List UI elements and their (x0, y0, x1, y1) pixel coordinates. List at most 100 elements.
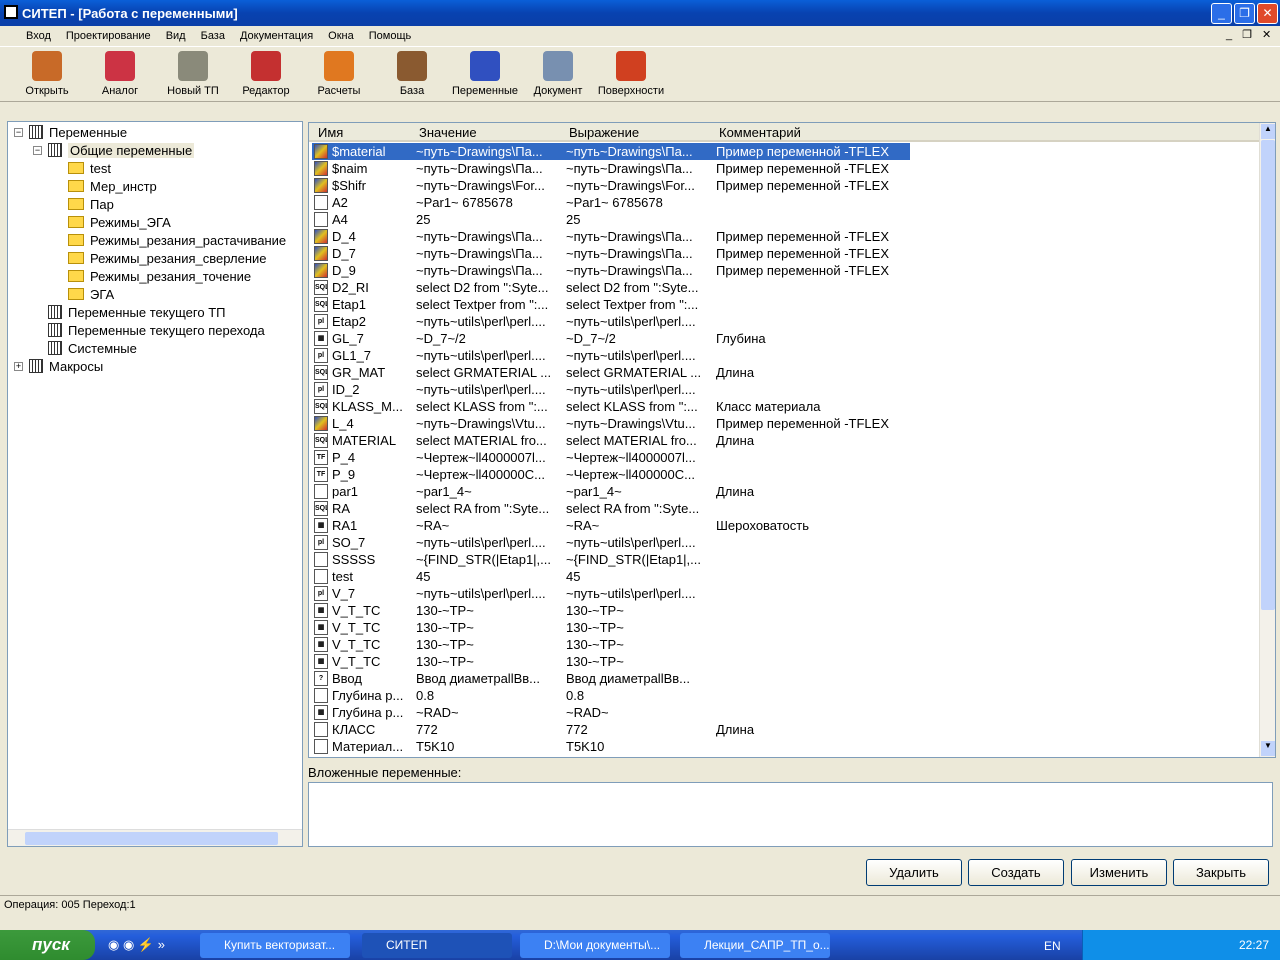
toolbar-button-0[interactable]: Открыть (11, 51, 83, 97)
table-row[interactable]: A4 25 25 (312, 211, 910, 228)
title-bar: СИТЕП - [Работа с переменными] (0, 0, 1280, 26)
table-row[interactable]: Глубина р... 0.8 0.8 (312, 687, 910, 704)
tree-node[interactable]: Режимы_резания_сверление (68, 249, 267, 267)
menu-item[interactable]: Вид (166, 30, 186, 42)
menu-item[interactable]: Окна (328, 30, 354, 42)
maximize-button[interactable]: ❐ (1234, 3, 1255, 24)
taskbar-item-sitep[interactable]: СИТЕП (362, 933, 512, 958)
table-row[interactable]: SQL D2_RI select D2 from ":Syte... select D… (312, 279, 910, 296)
table-row[interactable]: $naim ~путь~Drawings\Па... ~путь~Drawings\… (312, 160, 910, 177)
tree-node[interactable]: Режимы_резания_растачивание (68, 231, 286, 249)
table-row[interactable]: КЛАСС 772 772 Длина (312, 721, 910, 738)
table-row[interactable]: pl ID_2 ~путь~utils\perl\perl.... ~путь~uti… (312, 381, 910, 398)
table-row[interactable]: TF P_4 ~Чертеж~ll4000007l... ~Чертеж~ll4000… (312, 449, 910, 466)
tree-node[interactable]: Пар (68, 195, 114, 213)
tree-node[interactable]: Режимы_ЭГА (68, 213, 171, 231)
scrollbar-thumb[interactable] (1261, 140, 1275, 610)
tree-node[interactable]: test (68, 159, 111, 177)
table-row[interactable]: L_4 ~путь~Drawings\Vtu... ~путь~Drawings\V… (312, 415, 910, 432)
table-row[interactable]: ? Ввод Ввод диаметраllВв... Ввод диаметраll… (312, 670, 910, 687)
scrollbar-thumb[interactable] (25, 832, 278, 845)
table-row[interactable]: SQL RA select RA from ":Syte... select RA f… (312, 500, 910, 517)
taskbar-item-word[interactable]: Лекции_САПР_ТП_о... (680, 933, 830, 958)
tree-node[interactable]: − Переменные (14, 123, 127, 141)
table-row[interactable]: A2 ~Par1~ 6785678 ~Par1~ 6785678 (312, 194, 910, 211)
taskbar-item-explorer[interactable]: D:\Мои документы\... (520, 933, 670, 958)
collapse-icon[interactable]: − (33, 145, 42, 155)
delete-button[interactable]: Удалить (866, 859, 962, 886)
tree-node[interactable]: ЭГА (68, 285, 114, 303)
table-row[interactable]: $material ~путь~Drawings\Па... ~путь~Drawi… (312, 143, 910, 160)
scroll-up-button[interactable]: ▲ (1261, 124, 1275, 139)
tree-node[interactable]: + Макросы (14, 357, 103, 375)
nested-variables-field[interactable] (308, 782, 1273, 847)
table-row[interactable]: ▦ Глубина р... ~RAD~ ~RAD~ (312, 704, 910, 721)
menu-item[interactable]: База (201, 30, 225, 42)
table-row[interactable]: SQL MATERIAL select MATERIAL fro... select … (312, 432, 910, 449)
column-header-value[interactable]: Значение (419, 125, 477, 140)
scroll-down-button[interactable]: ▼ (1261, 741, 1275, 756)
create-button[interactable]: Создать (968, 859, 1064, 886)
toolbar-button-3[interactable]: Редактор (230, 51, 302, 97)
table-row[interactable]: SSSSS ~{FIND_STR(|Etap1|,... ~{FIND_STR(|E… (312, 551, 910, 568)
toolbar-button-8[interactable]: Поверхности (595, 51, 667, 97)
tree-node[interactable]: Режимы_резания_точение (68, 267, 251, 285)
table-row[interactable]: D_4 ~путь~Drawings\Па... ~путь~Drawings\Па… (312, 228, 910, 245)
minimize-button[interactable]: _ (1211, 3, 1232, 24)
tree-horizontal-scrollbar[interactable] (8, 829, 302, 846)
column-header-comment[interactable]: Комментарий (719, 125, 801, 140)
column-header-name[interactable]: Имя (318, 125, 343, 140)
menu-item[interactable]: Помощь (369, 30, 412, 42)
cell-value: select Textper from ":... (416, 297, 549, 312)
table-row[interactable]: SQL GR_MAT select GRMATERIAL ... select GRM… (312, 364, 910, 381)
close-button[interactable]: Закрыть (1173, 859, 1269, 886)
menu-bar: Вход Проектирование Вид База Документация Окн… (0, 26, 1280, 45)
table-row[interactable]: pl V_7 ~путь~utils\perl\perl.... ~путь~util… (312, 585, 910, 602)
toolbar-button-5[interactable]: База (376, 51, 448, 97)
toolbar-button-7[interactable]: Документ (522, 51, 594, 97)
table-row[interactable]: ▦ V_T_TC 130-~TP~ 130-~TP~ (312, 636, 910, 653)
variables-table[interactable]: Имя Значение Выражение Комментарий ▲ ▼ $… (308, 122, 1276, 758)
toolbar-button-6[interactable]: Переменные (449, 51, 521, 97)
table-row[interactable]: ▦ RA1 ~RA~ ~RA~ Шероховатость (312, 517, 910, 534)
expand-icon[interactable]: + (14, 361, 23, 371)
menu-item[interactable]: Документация (240, 30, 313, 42)
collapse-icon[interactable]: − (14, 127, 23, 137)
start-button[interactable]: пуск (0, 930, 95, 960)
table-row[interactable]: TF P_9 ~Чертеж~ll400000C... ~Чертеж~ll40000… (312, 466, 910, 483)
close-window-button[interactable]: ✕ (1257, 3, 1278, 24)
table-row[interactable]: SQL KLASS_M... select KLASS from ":... sele… (312, 398, 910, 415)
edit-button[interactable]: Изменить (1071, 859, 1167, 886)
table-row[interactable]: $Shifr ~путь~Drawings\For... ~путь~Drawing… (312, 177, 910, 194)
toolbar-button-4[interactable]: Расчеты (303, 51, 375, 97)
toolbar-button-1[interactable]: Аналог (84, 51, 156, 97)
toolbar-button-2[interactable]: Новый ТП (157, 51, 229, 97)
table-row[interactable]: pl Etap2 ~путь~utils\perl\perl.... ~путь~ut… (312, 313, 910, 330)
table-row[interactable]: pl SO_7 ~путь~utils\perl\perl.... ~путь~uti… (312, 534, 910, 551)
quick-launch-icons[interactable]: ◉ ◉ ⚡ » (108, 937, 165, 953)
menu-item[interactable]: Проектирование (66, 30, 151, 42)
table-row[interactable]: ▦ V_T_TC 130-~TP~ 130-~TP~ (312, 619, 910, 636)
menu-item[interactable]: Вход (26, 30, 51, 42)
table-vertical-scrollbar[interactable]: ▲ ▼ (1259, 123, 1275, 757)
tree-node[interactable]: Системные (48, 339, 137, 357)
tree-node[interactable]: Переменные текущего перехода (48, 321, 265, 339)
variables-tree[interactable]: − Переменные − Общие переменные test Мер_инст… (7, 121, 303, 847)
tree-node[interactable]: Переменные текущего ТП (48, 303, 225, 321)
table-row[interactable]: pl GL1_7 ~путь~utils\perl\perl.... ~путь~ut… (312, 347, 910, 364)
table-row[interactable]: test 45 45 (312, 568, 910, 585)
table-row[interactable]: Материал... T5K10 T5K10 (312, 738, 910, 755)
mdi-controls[interactable]: _❐✕ (1226, 28, 1280, 41)
taskbar-item-browser[interactable]: Купить векторизат... (200, 933, 350, 958)
tree-node[interactable]: − Общие переменные (33, 141, 195, 159)
table-row[interactable]: D_9 ~путь~Drawings\Па... ~путь~Drawings\Па… (312, 262, 910, 279)
table-row[interactable]: D_7 ~путь~Drawings\Па... ~путь~Drawings\Па… (312, 245, 910, 262)
table-row[interactable]: ▦ GL_7 ~D_7~/2 ~D_7~/2 Глубина (312, 330, 910, 347)
tree-node[interactable]: Мер_инстр (68, 177, 157, 195)
table-row[interactable]: ▦ V_T_TC 130-~TP~ 130-~TP~ (312, 653, 910, 670)
table-row[interactable]: SQL Etap1 select Textper from ":... select … (312, 296, 910, 313)
language-indicator[interactable]: EN (1044, 939, 1061, 953)
table-row[interactable]: par1 ~par1_4~ ~par1_4~ Длина (312, 483, 910, 500)
table-row[interactable]: ▦ V_T_TC 130-~TP~ 130-~TP~ (312, 602, 910, 619)
column-header-expression[interactable]: Выражение (569, 125, 639, 140)
